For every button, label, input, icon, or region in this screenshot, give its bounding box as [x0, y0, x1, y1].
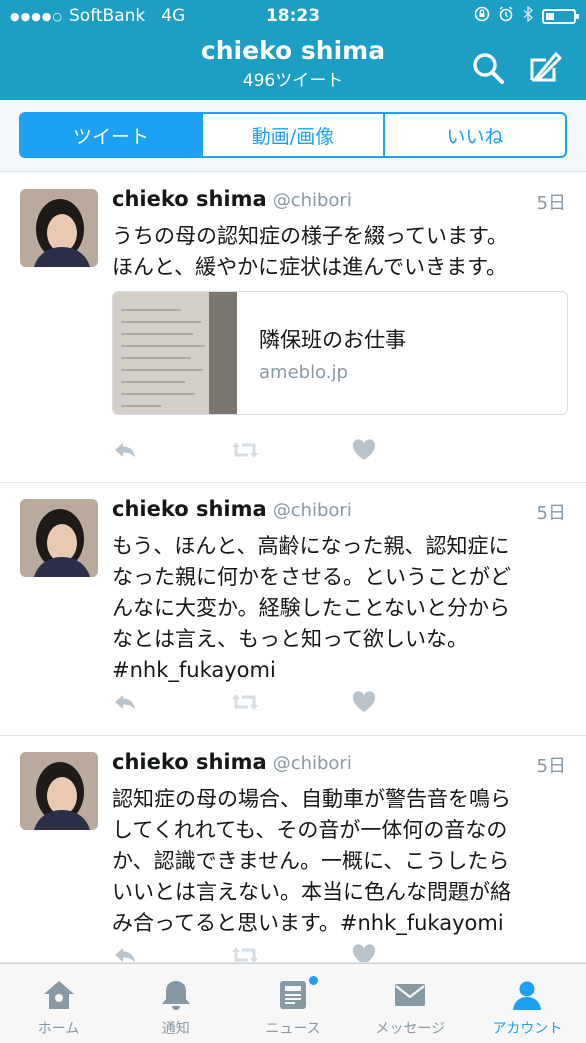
tweet-author-name[interactable]: chieko shima	[112, 750, 267, 774]
avatar[interactable]	[20, 189, 98, 267]
tab-notifications-label: 通知	[161, 1021, 190, 1037]
retweet-icon[interactable]	[230, 691, 260, 717]
avatar[interactable]	[20, 499, 98, 577]
like-icon[interactable]	[352, 691, 376, 717]
status-bar: ●●●●○ SoftBank 4G 18:23	[10, 5, 579, 28]
link-card-domain: ameblo.jp	[259, 362, 348, 383]
like-icon[interactable]	[352, 944, 376, 962]
tweet-author-handle[interactable]: @chibori	[273, 190, 352, 211]
tweet-actions	[112, 439, 412, 467]
compose-icon[interactable]	[526, 48, 564, 86]
tweet-timestamp: 5日	[536, 503, 566, 524]
tweet-author-name[interactable]: chieko shima	[112, 187, 267, 211]
tweet-timestamp: 5日	[536, 756, 566, 777]
home-icon	[43, 981, 74, 1009]
tab-messages[interactable]: メッセージ	[352, 964, 469, 1043]
tab-media[interactable]: 動画/画像	[203, 114, 385, 156]
tab-messages-label: メッセージ	[375, 1021, 446, 1037]
tab-news[interactable]: ニュース	[234, 964, 351, 1043]
tab-notifications[interactable]: 通知	[117, 964, 234, 1043]
bell-icon	[161, 981, 190, 1010]
rotation-lock-icon	[474, 6, 490, 26]
profile-tabs-bar: ツイート 動画/画像 いいね	[0, 100, 586, 172]
avatar[interactable]	[20, 752, 98, 830]
tab-home[interactable]: ホーム	[0, 964, 117, 1043]
bluetooth-icon	[522, 5, 534, 26]
unread-badge-dot	[308, 976, 318, 985]
bottom-tab-bar: ホーム 通知 ニュース メッセージ アカウント	[0, 963, 586, 1043]
link-card-thumbnail	[113, 292, 237, 414]
tweet-author-handle[interactable]: @chibori	[273, 753, 352, 774]
reply-icon[interactable]	[112, 691, 138, 717]
reply-icon[interactable]	[112, 944, 138, 962]
tab-account[interactable]: アカウント	[469, 964, 586, 1043]
battery-icon	[542, 8, 579, 24]
tweet-author-name[interactable]: chieko shima	[112, 497, 267, 521]
tab-account-label: アカウント	[492, 1021, 563, 1037]
reply-icon[interactable]	[112, 439, 138, 465]
tab-likes[interactable]: いいね	[385, 114, 565, 156]
person-icon	[513, 981, 542, 1010]
search-icon[interactable]	[470, 50, 506, 86]
tweet-item[interactable]: chieko shima @chibori 5日 認知症の母の場合、自動車が警告音…	[0, 736, 586, 963]
tab-home-label: ホーム	[37, 1021, 80, 1037]
tab-news-label: ニュース	[265, 1021, 321, 1037]
retweet-icon[interactable]	[230, 944, 260, 962]
tweet-text: もう、ほんと、高齢になった親、認知症に なった親に何かをさせる。ということがど …	[112, 534, 511, 682]
mail-icon	[395, 984, 426, 1006]
tweet-timestamp: 5日	[536, 193, 566, 214]
tweet-item[interactable]: chieko shima @chibori 5日 もう、ほんと、高齢になった親、認…	[0, 483, 586, 736]
like-icon[interactable]	[352, 439, 376, 465]
tweet-text: うちの母の認知症の様子を綴っています。 ほんと、緩やかに症状は進んでいきます。	[112, 224, 508, 279]
app-header: ●●●●○ SoftBank 4G 18:23 chieko shima 496…	[0, 0, 586, 100]
link-card-title: 隣保班のお仕事	[259, 328, 406, 352]
link-card[interactable]: 隣保班のお仕事 ameblo.jp	[112, 291, 568, 415]
retweet-icon[interactable]	[230, 439, 260, 465]
tweet-author-handle[interactable]: @chibori	[273, 500, 352, 521]
tweet-actions	[112, 944, 412, 962]
tweet-item[interactable]: chieko shima @chibori 5日 うちの母の認知症の様子を綴ってい…	[0, 173, 586, 483]
tweet-text: 認知症の母の場合、自動車が警告音を鳴ら してくれれても、その音が一体何の音なの …	[112, 787, 511, 935]
tweet-actions	[112, 691, 412, 719]
segmented-control: ツイート 動画/画像 いいね	[19, 112, 567, 158]
alarm-icon	[498, 6, 514, 26]
news-icon	[280, 981, 306, 1009]
tab-tweets[interactable]: ツイート	[21, 114, 203, 156]
